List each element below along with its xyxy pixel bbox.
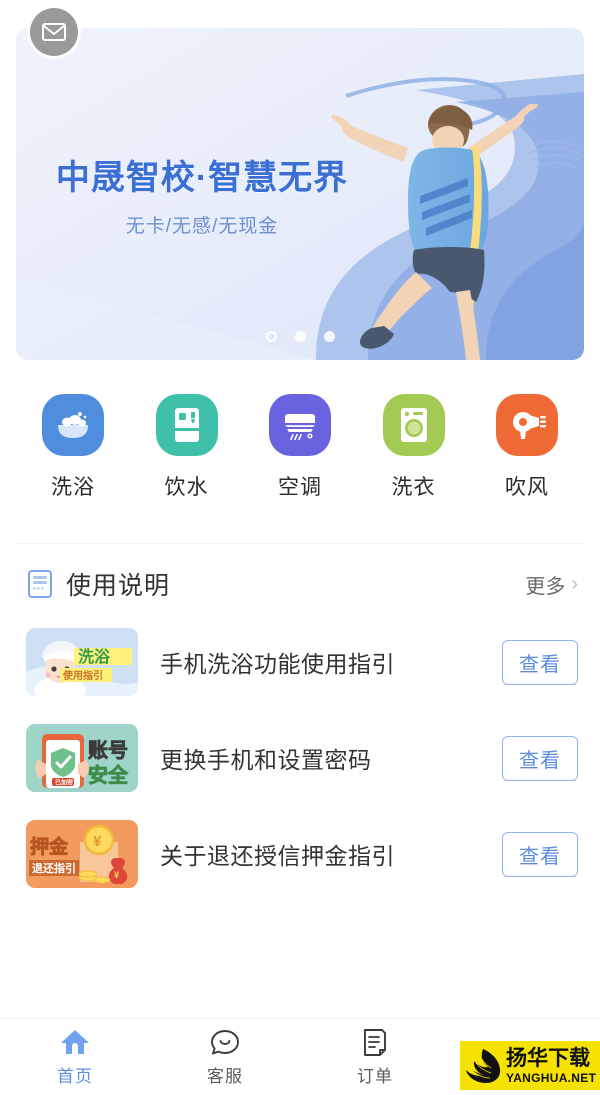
account-security-thumbnail: 已加密 账号 安全 [26,724,138,792]
view-button[interactable]: 查看 [502,639,578,685]
svg-text:¥: ¥ [114,870,119,880]
carousel-dot-3[interactable] [323,331,335,342]
home-icon [60,1027,90,1057]
watermark-en: YANGHUA.NET [506,1070,597,1085]
instructions-header: 使用说明 更多 › [0,544,600,602]
banner-subtitle: 无卡/无感/无现金 [125,216,279,238]
category-label: 饮水 [164,476,209,499]
category-item-laundry[interactable]: 洗衣 [371,394,457,501]
category-item-dryer[interactable]: 吹风 [484,394,570,501]
list-item[interactable]: 洗浴 使用指引 手机洗浴功能使用指引 查看 [26,614,578,710]
list-item-title: 关于退还授信押金指引 [160,843,395,869]
section-title: 使用说明 [66,572,171,600]
envelope-icon [42,23,66,41]
category-label: 洗衣 [391,476,436,499]
document-list-icon [28,570,52,598]
instructions-list: 洗浴 使用指引 手机洗浴功能使用指引 查看 已加密 账号 安全 更换手机和设置密… [0,602,600,902]
category-item-water[interactable]: 饮水 [144,394,230,501]
category-label: 吹风 [505,476,549,499]
svg-text:退还指引: 退还指引 [32,861,76,875]
svg-text:押金: 押金 [30,835,69,858]
carousel-dots[interactable] [16,331,584,342]
watermark-cn: 扬华下载 [506,1046,590,1070]
chevron-right-icon: › [571,573,578,595]
svg-text:已加密: 已加密 [55,779,73,787]
deposit-refund-thumbnail: ¥ ¥ 押金 退还指引 [26,820,138,888]
category-grid: 洗浴 饮水 空调 洗衣 吹风 [0,360,600,501]
watermark-logo-icon [466,1048,501,1083]
tab-label: 客服 [207,1067,243,1086]
order-list-icon [362,1027,388,1057]
svg-text:¥: ¥ [93,833,102,850]
message-button[interactable] [30,8,78,56]
carousel-dot-2[interactable] [294,331,306,342]
watermark-text: 扬华下载 YANGHUA.NET [506,1048,596,1084]
air-conditioner-icon [269,394,331,456]
more-label: 更多 [525,575,566,598]
tab-label: 订单 [357,1067,393,1086]
svg-text:使用指引: 使用指引 [62,669,103,682]
banner-carousel[interactable]: 中晟智校·智慧无界 无卡/无感/无现金 [16,8,584,360]
tab-home[interactable]: 首页 [0,1027,150,1087]
tab-customer-service[interactable]: 客服 [150,1027,300,1087]
washing-machine-icon [382,394,445,456]
tab-label: 首页 [57,1067,93,1086]
tab-orders[interactable]: 订单 [300,1027,450,1087]
list-item-title: 更换手机和设置密码 [160,747,372,773]
bath-guide-thumbnail: 洗浴 使用指引 [26,628,138,696]
carousel-dot-1[interactable] [265,331,277,342]
hair-dryer-icon [496,394,558,456]
water-dispenser-icon [155,394,218,456]
banner-slide[interactable]: 中晟智校·智慧无界 无卡/无感/无现金 [16,28,584,360]
category-label: 空调 [278,476,322,499]
svg-text:洗浴: 洗浴 [78,647,111,666]
view-button[interactable]: 查看 [502,831,578,877]
svg-text:安全: 安全 [88,763,129,787]
svg-text:账号: 账号 [88,739,128,762]
category-item-aircon[interactable]: 空调 [257,394,343,501]
more-button[interactable]: 更多 › [525,570,578,599]
view-button[interactable]: 查看 [502,735,578,781]
banner-text-block: 中晟智校·智慧无界 无卡/无感/无现金 [32,159,372,238]
list-item-title: 手机洗浴功能使用指引 [160,651,395,677]
bathtub-icon [42,394,104,456]
customer-service-icon [210,1027,240,1057]
list-item[interactable]: ¥ ¥ 押金 退还指引 关于退还授信押金指引 查看 [26,806,578,902]
site-watermark: 扬华下载 YANGHUA.NET [460,1041,600,1090]
banner-title: 中晟智校·智慧无界 [55,159,349,197]
list-item[interactable]: 已加密 账号 安全 更换手机和设置密码 查看 [26,710,578,806]
category-item-bath[interactable]: 洗浴 [30,394,116,501]
category-label: 洗浴 [51,476,95,499]
